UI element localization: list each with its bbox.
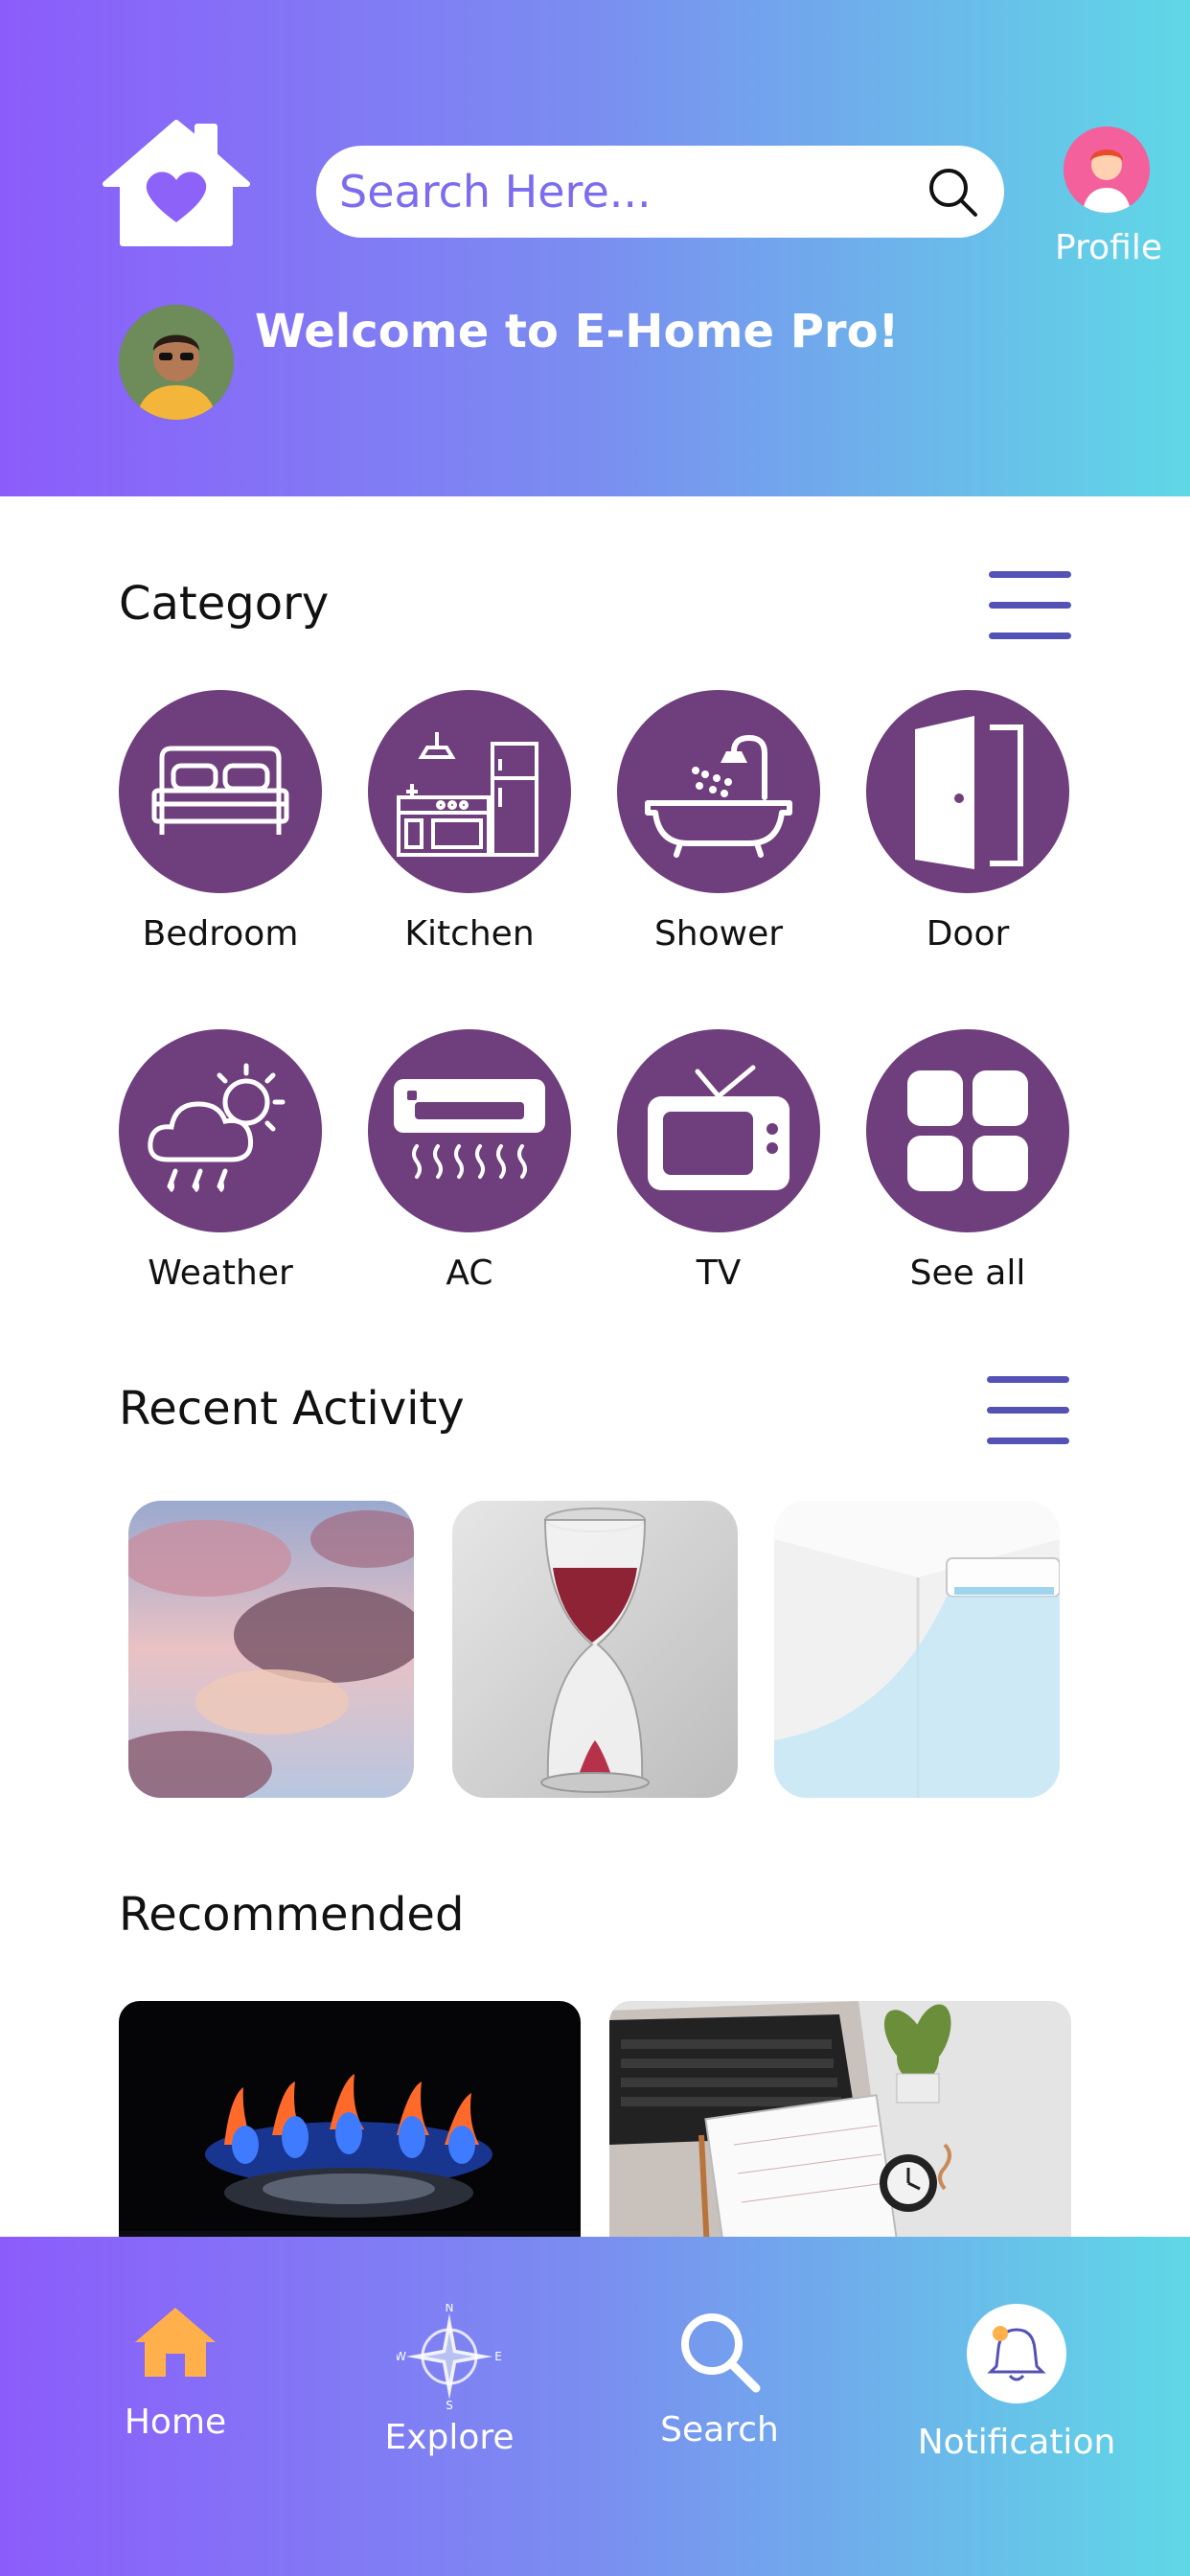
search-icon[interactable]	[924, 163, 981, 220]
recent-activity-title: Recent Activity	[119, 1382, 465, 1436]
nav-label: Notification	[917, 2423, 1116, 2462]
grid-icon	[866, 1029, 1069, 1232]
recommended-title: Recommended	[119, 1888, 465, 1942]
air-conditioner-photo	[774, 1501, 1060, 1798]
activity-card-ac[interactable]	[774, 1501, 1060, 1798]
kitchen-icon	[368, 690, 571, 893]
door-icon	[866, 690, 1069, 893]
nav-explore[interactable]: N S W E Explore	[378, 2301, 521, 2457]
bell-icon	[967, 2304, 1066, 2404]
category-title: Category	[119, 577, 330, 631]
nav-label: Search	[660, 2410, 779, 2450]
category-label: TV	[696, 1254, 742, 1293]
svg-text:E: E	[494, 2350, 502, 2363]
compass-icon: N S W E	[395, 2301, 502, 2412]
weather-icon	[119, 1029, 322, 1232]
category-label: Door	[926, 914, 1010, 954]
category-see-all[interactable]: See all	[862, 1029, 1073, 1293]
category-weather[interactable]: Weather	[115, 1029, 326, 1293]
nav-home[interactable]: Home	[103, 2304, 247, 2442]
category-label: Kitchen	[404, 914, 535, 954]
recent-activity-menu-icon[interactable]	[987, 1376, 1069, 1447]
category-door[interactable]: Door	[862, 690, 1073, 954]
welcome-message: Welcome to E-Home Pro!	[255, 305, 900, 358]
home-icon	[135, 2308, 216, 2377]
user-avatar	[119, 305, 234, 420]
nav-label: Explore	[384, 2418, 515, 2457]
category-ac[interactable]: AC	[364, 1029, 575, 1293]
search-bar[interactable]	[316, 146, 1004, 238]
activity-card-clouds[interactable]	[128, 1501, 414, 1798]
profile-avatar[interactable]	[1064, 126, 1150, 213]
nav-label: Home	[124, 2403, 227, 2442]
category-shower[interactable]: Shower	[613, 690, 824, 954]
cloudy-sky-photo	[128, 1501, 414, 1798]
search-input[interactable]	[339, 166, 924, 218]
svg-text:S: S	[446, 2399, 453, 2409]
category-label: Weather	[148, 1254, 293, 1293]
tv-icon	[617, 1029, 820, 1232]
svg-text:N: N	[446, 2304, 454, 2314]
category-label: Bedroom	[142, 914, 299, 954]
nav-notification[interactable]: Notification	[916, 2304, 1117, 2462]
category-label: See all	[909, 1254, 1026, 1293]
category-label: Shower	[653, 914, 784, 954]
profile-label[interactable]: Profile	[1046, 228, 1171, 267]
search-icon	[681, 2313, 761, 2393]
category-bedroom[interactable]: Bedroom	[115, 690, 326, 954]
home-heart-logo-icon	[103, 120, 250, 246]
bed-icon	[119, 690, 322, 893]
profile-person-icon	[1064, 126, 1150, 213]
svg-text:W: W	[397, 2350, 406, 2363]
hourglass-photo	[452, 1501, 738, 1798]
category-tv[interactable]: TV	[613, 1029, 824, 1293]
ac-icon	[368, 1029, 571, 1232]
category-kitchen[interactable]: Kitchen	[364, 690, 575, 954]
category-label: AC	[446, 1254, 493, 1293]
app-header: Profile Welcome to E-Home Pro!	[0, 0, 1190, 496]
bottom-navigation: Home N S W E Explore Search Notification	[0, 2237, 1190, 2576]
shower-icon	[617, 690, 820, 893]
category-menu-icon[interactable]	[989, 571, 1071, 642]
nav-search[interactable]: Search	[648, 2304, 791, 2450]
activity-card-hourglass[interactable]	[452, 1501, 738, 1798]
